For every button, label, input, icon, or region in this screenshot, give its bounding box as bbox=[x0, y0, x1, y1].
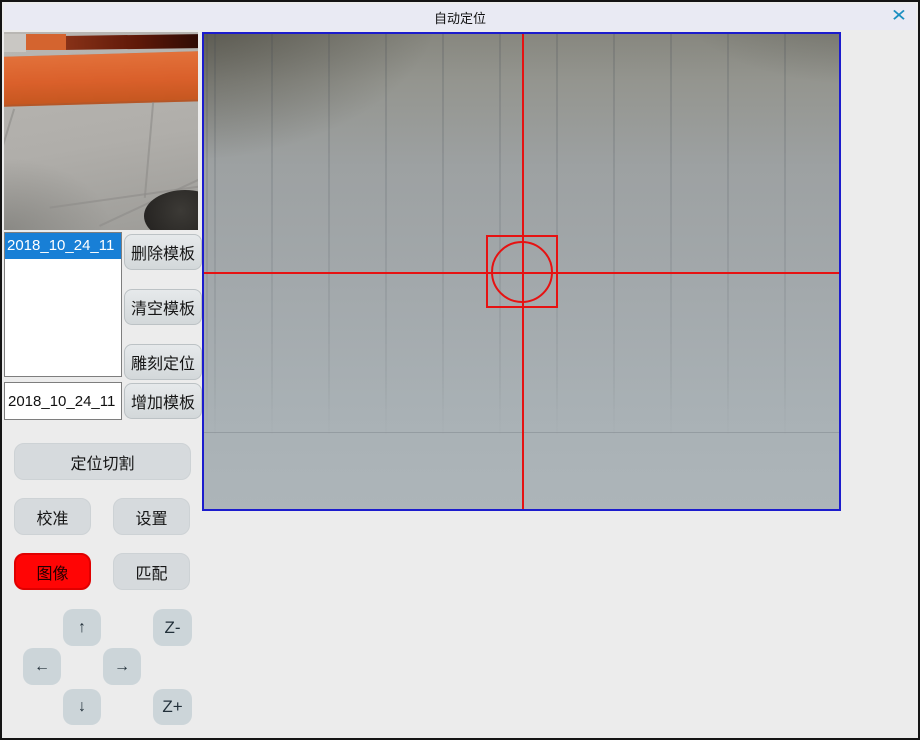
window-title: 自动定位 bbox=[434, 8, 486, 27]
titlebar: 自动定位 ✕ bbox=[4, 4, 916, 30]
jog-left-button[interactable]: ← bbox=[23, 648, 61, 685]
engrave-position-button[interactable]: 雕刻定位 bbox=[124, 344, 202, 380]
jog-z-minus-button[interactable]: Z- bbox=[153, 609, 192, 646]
camera-view[interactable] bbox=[202, 32, 841, 511]
calibrate-button[interactable]: 校准 bbox=[14, 498, 91, 535]
match-button[interactable]: 匹配 bbox=[113, 553, 190, 590]
add-template-button[interactable]: 增加模板 bbox=[124, 383, 202, 419]
template-name-input[interactable] bbox=[4, 382, 122, 420]
auto-position-window: 自动定位 ✕ 2018_10_24_11 删除模板 清空模板 雕刻定位 增加模板… bbox=[0, 0, 920, 740]
thumbnail-dark-band bbox=[62, 34, 198, 50]
jog-down-button[interactable]: ↓ bbox=[63, 689, 101, 725]
jog-right-button[interactable]: → bbox=[103, 648, 141, 685]
target-circle-marker bbox=[491, 241, 553, 303]
thumbnail-orange-tab bbox=[26, 34, 66, 50]
template-thumbnail bbox=[4, 32, 198, 230]
template-listbox[interactable]: 2018_10_24_11 bbox=[4, 232, 122, 377]
image-button-active[interactable]: 图像 bbox=[14, 553, 91, 590]
clear-templates-button[interactable]: 清空模板 bbox=[124, 289, 202, 325]
position-cut-button[interactable]: 定位切割 bbox=[14, 443, 191, 480]
thumbnail-light-corner bbox=[4, 34, 26, 52]
settings-button[interactable]: 设置 bbox=[113, 498, 190, 535]
close-icon[interactable]: ✕ bbox=[886, 5, 911, 27]
jog-up-button[interactable]: ↑ bbox=[63, 609, 101, 646]
jog-z-plus-button[interactable]: Z+ bbox=[153, 689, 192, 725]
delete-template-button[interactable]: 删除模板 bbox=[124, 234, 202, 270]
template-list-item-selected[interactable]: 2018_10_24_11 bbox=[5, 233, 121, 259]
thumbnail-orange-beam bbox=[4, 51, 198, 107]
